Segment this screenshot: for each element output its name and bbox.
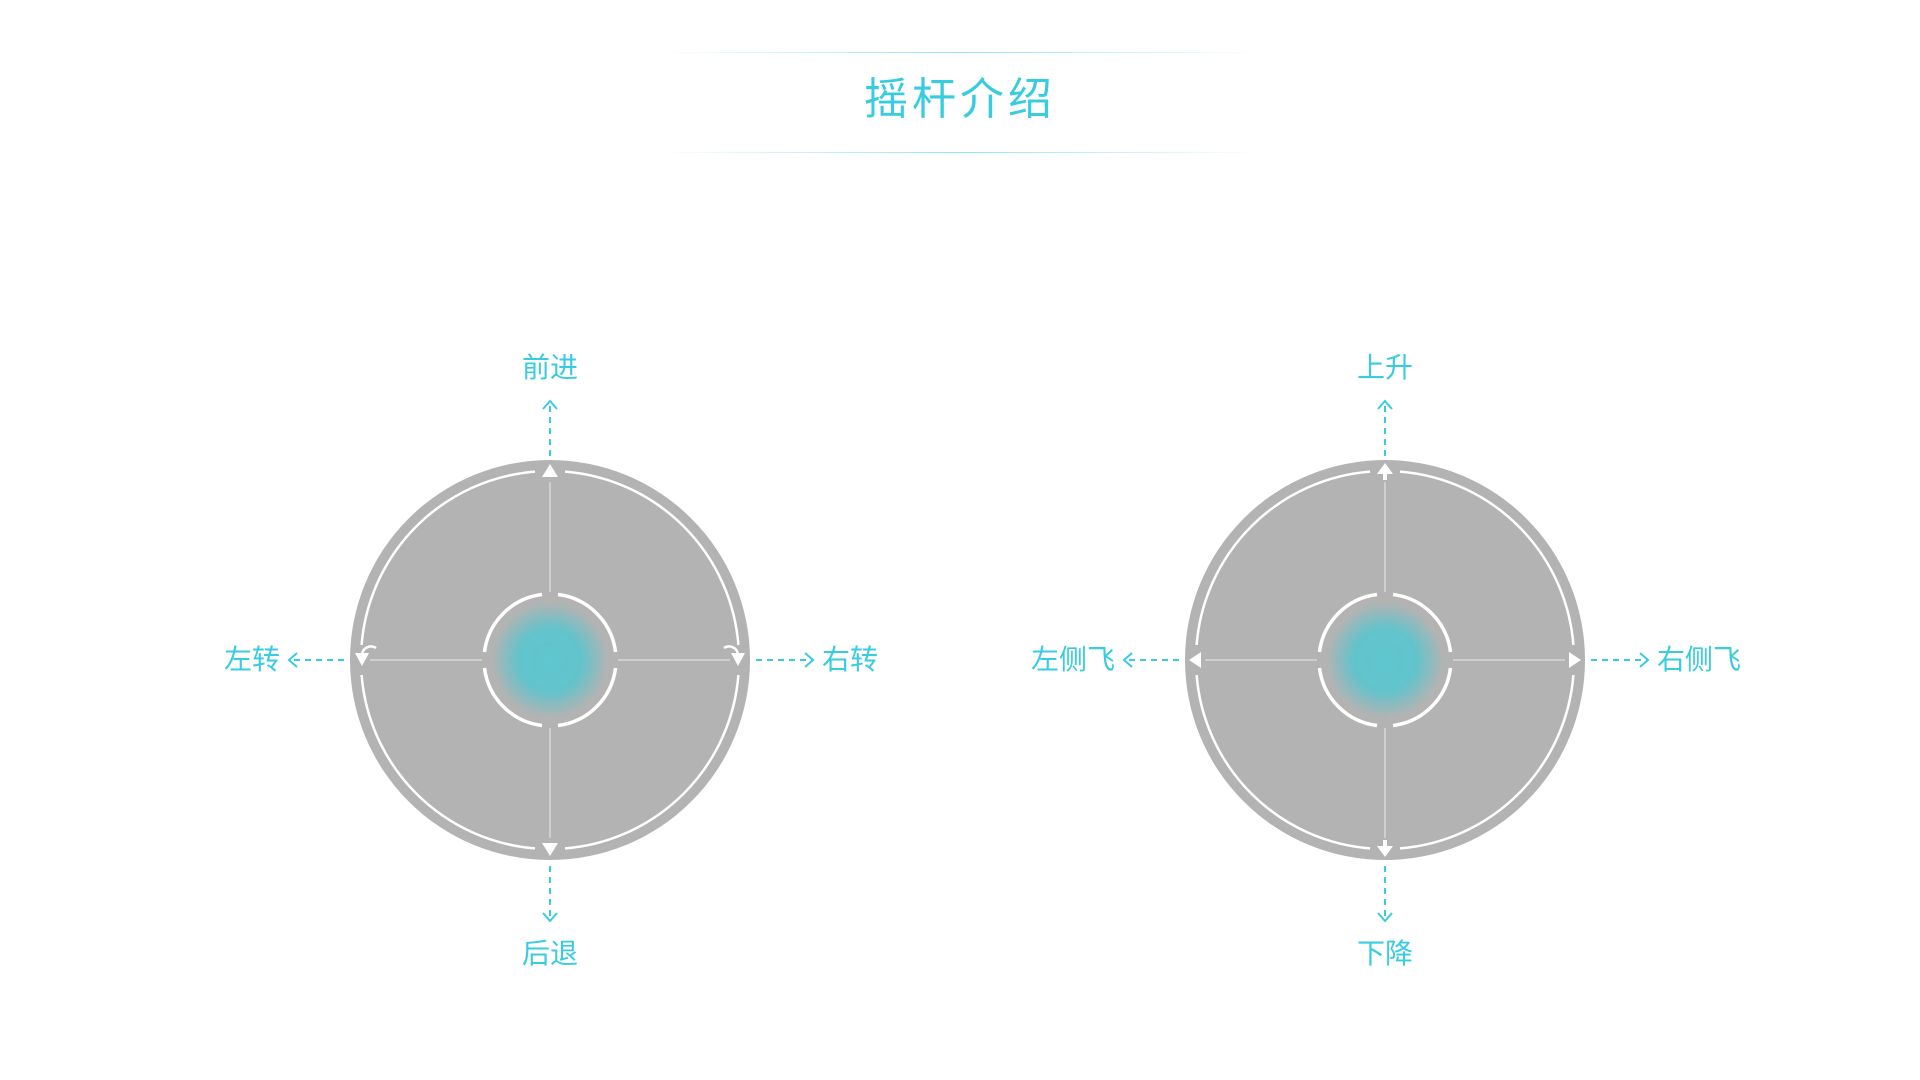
joystick-knob[interactable] bbox=[1327, 602, 1443, 718]
page-title: 摇杆介绍 bbox=[864, 74, 1056, 125]
joystick-intro-page: 摇杆介绍 前进 后退 左转 右转 上升 下降 左侧飞 右侧飞 bbox=[0, 0, 1920, 1080]
header-divider-top bbox=[660, 52, 1260, 53]
left-joystick[interactable]: 前进 后退 左转 右转 bbox=[190, 330, 910, 990]
right-joystick[interactable]: 上升 下降 左侧飞 右侧飞 bbox=[1025, 330, 1745, 990]
arrow-right-chevron-icon bbox=[804, 652, 815, 668]
label-ascend: 上升 bbox=[1356, 351, 1413, 384]
label-forward: 前进 bbox=[521, 351, 578, 384]
right-joystick-graphic bbox=[1122, 399, 1650, 923]
label-backward: 后退 bbox=[521, 937, 578, 970]
header-divider-bottom bbox=[660, 152, 1260, 153]
label-descend: 下降 bbox=[1356, 937, 1413, 970]
label-turn-right: 右转 bbox=[822, 643, 879, 676]
arrow-right-chevron-icon bbox=[1639, 652, 1650, 668]
label-strafe-left: 左侧飞 bbox=[1030, 643, 1115, 676]
joystick-knob[interactable] bbox=[492, 602, 608, 718]
left-joystick-graphic bbox=[287, 399, 815, 923]
page-header: 摇杆介绍 bbox=[660, 48, 1260, 158]
label-turn-left: 左转 bbox=[223, 643, 280, 676]
label-strafe-right: 右侧飞 bbox=[1657, 643, 1742, 676]
